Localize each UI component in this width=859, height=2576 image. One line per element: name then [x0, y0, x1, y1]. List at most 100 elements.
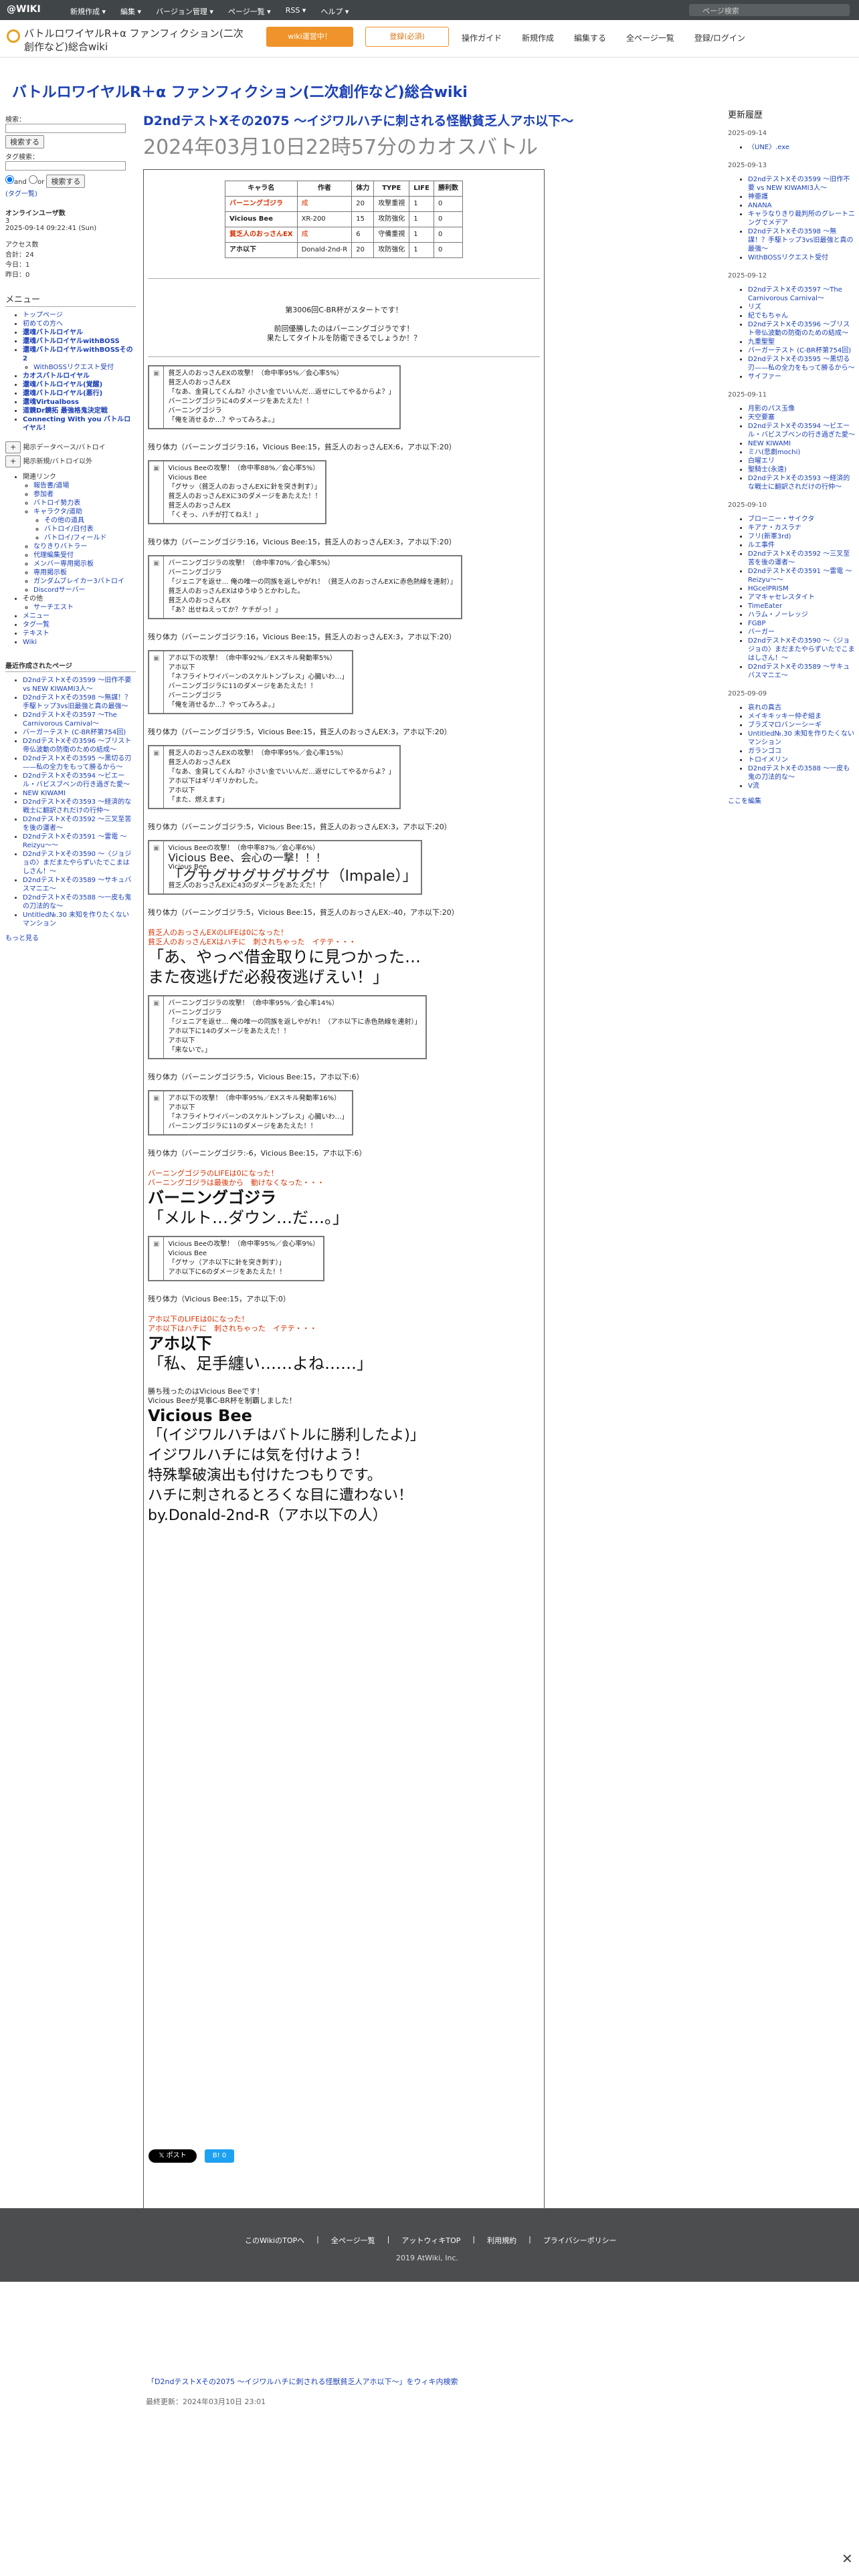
sub-link[interactable]: Discordサーバー — [33, 586, 136, 595]
recent-item[interactable]: D2ndテストXその3594 〜ビエール・バビスブベンの行き過ぎた愛〜 — [23, 772, 136, 789]
update-item[interactable]: 哀れの真古 — [748, 704, 855, 712]
update-item[interactable]: ガランゴコ — [748, 747, 855, 756]
menu-item[interactable]: 還魂バトルロイヤル(悪行) — [23, 389, 136, 398]
update-item[interactable]: D2ndテストXその3592 〜三叉至苦を後の運者〜 — [748, 550, 855, 567]
edit-link[interactable]: 編集する — [574, 32, 606, 43]
more-link[interactable]: もっと見る — [5, 932, 136, 942]
update-item[interactable]: D2ndテストXその3598 〜無謀！？手駆トップ3vs旧最強と真の最強〜 — [748, 227, 855, 253]
update-item[interactable]: 天空要塞 — [748, 413, 855, 422]
recent-item[interactable]: D2ndテストXその3592 〜三叉至苦を後の運者〜 — [23, 815, 136, 833]
update-item[interactable]: 紀でもちゃん — [748, 312, 855, 320]
recent-item[interactable]: バーガーテスト (C-BR杯第754回) — [23, 728, 136, 737]
update-item[interactable]: D2ndテストXその3597 〜The Carnivorous Carnival… — [748, 286, 855, 303]
footer-link[interactable]: アットウィキTOP — [401, 2235, 460, 2246]
update-item[interactable]: V流 — [748, 782, 855, 790]
all-pages-link[interactable]: 全ページ一覧 — [626, 32, 674, 43]
sub-link[interactable]: 参加者 — [33, 490, 136, 499]
sidebar-search-input[interactable] — [5, 124, 126, 133]
update-item[interactable]: NEW KIWAMI — [748, 439, 855, 448]
sub-link[interactable]: 専用掲示板 — [33, 568, 136, 577]
sub-link[interactable]: なりきりバトラー — [33, 542, 136, 551]
update-item[interactable]: 九重聖聖 — [748, 338, 855, 346]
sub-link[interactable]: 代理編集受付 — [33, 551, 136, 560]
update-item[interactable]: キアナ・カスラナ — [748, 524, 855, 532]
menu-item[interactable]: トップページ — [23, 311, 136, 320]
update-item[interactable]: Untitled№.30 未知を作りたくないマンション — [748, 730, 855, 747]
page-title[interactable]: D2ndテストXその2075 〜イジワルハチに刺される怪獣貧乏人アホ以下〜 — [143, 111, 719, 129]
menu-item[interactable]: 還魂Virtualboss — [23, 398, 136, 407]
update-item[interactable]: トロイメリン — [748, 756, 855, 764]
edit-box-db[interactable]: + 掲示データベース/バトロイ — [5, 439, 136, 453]
recent-item[interactable]: D2ndテストXその3598 〜無謀！？手駆トップ3vs旧最強と真の最強〜 — [23, 693, 136, 711]
menu-item[interactable]: 道鏡Dr鏡拓 最強格鬼決定戦 — [23, 407, 136, 415]
sub-link[interactable]: メンバー専用掲示板 — [33, 560, 136, 568]
x-post-button[interactable]: 𝕏 ポスト — [149, 2149, 197, 2163]
tag-search-input[interactable] — [5, 161, 126, 171]
sub-link[interactable]: バトロイ/日付表 — [44, 525, 136, 534]
footer-link[interactable]: 全ページ一覧 — [331, 2235, 375, 2246]
update-item[interactable]: ANANA — [748, 201, 855, 210]
menu-version[interactable]: バージョン管理 ▾ — [156, 6, 213, 17]
edit-here-link[interactable]: ここを編集 — [728, 797, 855, 806]
update-item[interactable]: 神亜護 — [748, 193, 855, 201]
update-item[interactable]: WithBOSSリクエスト受付 — [748, 253, 855, 262]
update-item[interactable]: ルエ事件 — [748, 541, 855, 550]
radio-and[interactable] — [5, 175, 14, 184]
recent-item[interactable]: D2ndテストXその3599 〜旧作不要 vs NEW KIWAMI3人〜 — [23, 676, 136, 693]
menu-item[interactable]: 還魂バトルロイヤル — [23, 328, 136, 337]
update-item[interactable]: D2ndテストXその3590 〜〈ジョジョの〉まだまたやらずいたでこまはしさん！… — [748, 637, 855, 663]
footer-link[interactable]: このWikiのTOPへ — [245, 2235, 304, 2246]
menu-pages[interactable]: ページ一覧 ▾ — [228, 6, 271, 17]
register-button[interactable]: 登録(必須) — [365, 27, 449, 47]
menu-item[interactable]: カオスバトルロイヤル — [23, 372, 136, 381]
update-item[interactable]: バーガーテスト (C-BR杯第754回) — [748, 346, 855, 355]
other-link[interactable]: タグ一覧 — [23, 621, 136, 629]
radio-or[interactable] — [29, 175, 38, 184]
update-item[interactable]: 〈UNE〉.exe — [748, 143, 855, 152]
update-item[interactable]: 月影のパス玉像 — [748, 405, 855, 413]
recent-item[interactable]: D2ndテストXその3589 〜サキュバスマニエ〜 — [23, 876, 136, 893]
edit-box-new[interactable]: + 掲示新規/バトロイ以外 — [5, 453, 136, 467]
wiki-search-link[interactable]: 「D2ndテストXその2075 〜イジワルハチに刺される怪獣貧乏人アホ以下〜」を… — [147, 2376, 458, 2387]
update-item[interactable]: D2ndテストXその3593 〜経済的な戦士に翻訳されだけの行仲〜 — [748, 474, 855, 492]
wiki-running-button[interactable]: wiki運営中！ — [266, 27, 353, 47]
sidebar-search-button[interactable]: 検索する — [5, 135, 44, 148]
update-item[interactable]: ブラズマロバンーシーギ — [748, 721, 855, 730]
update-item[interactable]: キャラなりきり裁判所のグレートニングでメデア — [748, 210, 855, 227]
recent-item[interactable]: D2ndテストXその3597 〜The Carnivorous Carnival… — [23, 711, 136, 728]
sub-link[interactable]: ガンダムブレイカー3バトロイ — [33, 577, 136, 586]
update-item[interactable]: メイキキッキー仲ぞ組ま — [748, 712, 855, 721]
update-item[interactable]: ミハ(悲劇mochi) — [748, 448, 855, 457]
sub-link[interactable]: サーチエスト — [33, 603, 136, 612]
bookmark-button[interactable]: B! 0 — [205, 2149, 234, 2163]
recent-item[interactable]: D2ndテストXその3595 〜黒切る刃——私の全力をもって勝るから〜 — [23, 754, 136, 772]
recent-item[interactable]: D2ndテストXその3590 〜〈ジョジョの〉まだまたやらずいたでこまはしさん！… — [23, 850, 136, 876]
other-link[interactable]: メニュー — [23, 612, 136, 621]
sub-link[interactable]: 報告書/道場 — [33, 481, 136, 490]
update-item[interactable]: ハラム・ノーレッジ — [748, 611, 855, 619]
update-item[interactable]: D2ndテストXその3589 〜サキュバスマニエ〜 — [748, 663, 855, 680]
footer-link[interactable]: 利用規約 — [487, 2235, 516, 2246]
update-item[interactable]: 聖騎士(永遠) — [748, 465, 855, 474]
login-link[interactable]: 登録/ログイン — [694, 32, 745, 43]
tag-search-button[interactable]: 検索する — [46, 175, 86, 188]
menu-rss[interactable]: RSS ▾ — [286, 6, 306, 17]
sub-link[interactable]: その他の道具 — [44, 516, 136, 525]
menu-item[interactable]: 還魂バトルロイヤルwithBOSS — [23, 337, 136, 346]
menu-help[interactable]: ヘルプ ▾ — [320, 6, 349, 17]
guide-link[interactable]: 操作ガイド — [462, 32, 502, 43]
update-item[interactable]: D2ndテストXその3599 〜旧作不要 vs NEW KIWAMI3人〜 — [748, 175, 855, 193]
update-item[interactable]: D2ndテストXその3588 〜一皮も鬼の刀法的な〜 — [748, 764, 855, 782]
new-page-link[interactable]: 新規作成 — [522, 32, 554, 43]
other-link[interactable]: テキスト — [23, 629, 136, 638]
recent-item[interactable]: D2ndテストXその3593 〜経済的な戦士に翻訳されだけの行仲〜 — [23, 798, 136, 815]
close-icon[interactable]: ✕ — [842, 2551, 853, 2567]
recent-item[interactable]: D2ndテストXその3596 〜ブリスト帝仏波動の防衛のための結成〜 — [23, 737, 136, 754]
update-item[interactable]: フリ(新軍3rd) — [748, 532, 855, 541]
recent-item[interactable]: D2ndテストXその3591 〜雷電 〜Reizyu〜〜 — [23, 833, 136, 850]
update-item[interactable]: バーガー — [748, 628, 855, 637]
update-item[interactable]: D2ndテストXその3594 〜ビエール・バビスブベンの行き過ぎた愛〜 — [748, 422, 855, 439]
other-link[interactable]: Wiki — [23, 638, 136, 647]
menu-new[interactable]: 新規作成 ▾ — [70, 6, 106, 17]
page-search-input[interactable]: ページ検索 — [689, 4, 850, 16]
